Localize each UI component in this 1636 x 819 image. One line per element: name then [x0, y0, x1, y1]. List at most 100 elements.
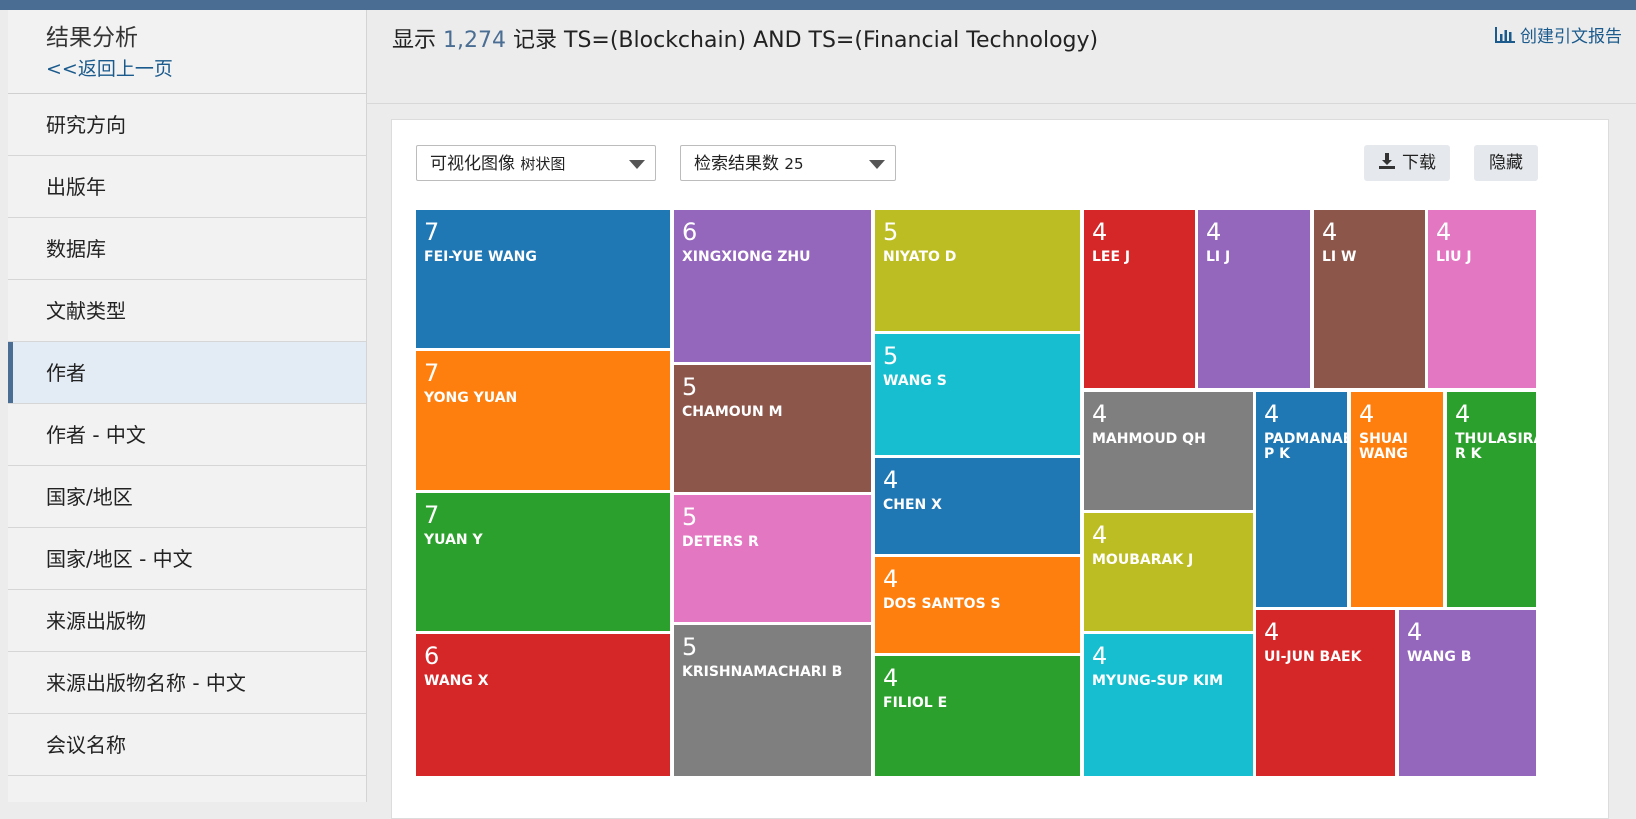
sidebar-item[interactable]: 国家/地区 - 中文	[8, 528, 366, 590]
treemap-cell-name: PADMANABHAN P K	[1264, 431, 1347, 462]
treemap-cell-name: XINGXIONG ZHU	[682, 249, 811, 265]
treemap-cell[interactable]: 6 XINGXIONG ZHU	[674, 210, 871, 362]
result-count-select[interactable]: 检索结果数 25	[680, 145, 896, 181]
treemap-cell[interactable]: 5 WANG S	[875, 334, 1080, 455]
sidebar-item[interactable]: 国家/地区	[8, 466, 366, 528]
treemap-cell[interactable]: 5 KRISHNAMACHARI B	[674, 625, 871, 776]
treemap-cell-name: SHUAI WANG	[1359, 431, 1408, 462]
header-divider	[366, 103, 1636, 104]
sidebar-header: 结果分析 <<返回上一页	[8, 10, 366, 94]
treemap-cell[interactable]: 4 MAHMOUD QH	[1084, 392, 1253, 510]
sidebar-item[interactable]: 来源出版物	[8, 590, 366, 652]
treemap-cell-name: UI-JUN BAEK	[1264, 649, 1362, 665]
treemap-cell-name: WANG S	[883, 373, 947, 389]
sidebar-item[interactable]: 出版年	[8, 156, 366, 218]
treemap-cell-name: CHAMOUN M	[682, 404, 783, 420]
treemap-cell-name: MAHMOUD QH	[1092, 431, 1206, 447]
treemap-cell-name: YUAN Y	[424, 532, 483, 548]
search-query: TS=(Blockchain) AND TS=(Financial Techno…	[564, 28, 1099, 53]
treemap-cell-name: YONG YUAN	[424, 390, 518, 406]
chevron-down-icon	[869, 160, 885, 169]
treemap-cell[interactable]: 4 WANG B	[1399, 610, 1536, 776]
treemap-cell-value: 5	[682, 373, 698, 401]
treemap-cell-value: 6	[424, 642, 440, 670]
treemap-cell[interactable]: 5 NIYATO D	[875, 210, 1080, 331]
treemap-cell-name: THULASIRAMAN R K	[1455, 431, 1536, 462]
results-header: 显示 1,274 记录 TS=(Blockchain) AND TS=(Fina…	[392, 22, 1098, 54]
sidebar-item[interactable]: 数据库	[8, 218, 366, 280]
visualization-select[interactable]: 可视化图像 树状图	[416, 145, 656, 181]
treemap-cell-value: 4	[1264, 400, 1280, 428]
treemap-cell-name: KRISHNAMACHARI B	[682, 664, 843, 680]
treemap-cell-value: 4	[1092, 400, 1108, 428]
treemap-cell[interactable]: 4 MYUNG-SUP KIM	[1084, 634, 1253, 776]
treemap-cell-name: MYUNG-SUP KIM	[1092, 673, 1224, 689]
bar-chart-icon	[1495, 26, 1515, 43]
sidebar-item[interactable]: 来源出版物名称 - 中文	[8, 652, 366, 714]
results-mid: 记录	[513, 28, 558, 53]
treemap-cell[interactable]: 4 PADMANABHAN P K	[1256, 392, 1347, 607]
treemap-cell[interactable]: 4 LI J	[1198, 210, 1310, 388]
treemap-cell-value: 4	[1206, 218, 1222, 246]
treemap-cell-name: DOS SANTOS S	[883, 596, 1001, 612]
treemap-cell-name: MOUBARAK J	[1092, 552, 1194, 568]
treemap-cell[interactable]: 7 FEI-YUE WANG	[416, 210, 670, 348]
treemap-cell-value: 4	[1359, 400, 1375, 428]
treemap-cell-name: FILIOL E	[883, 695, 948, 711]
treemap-cell-name: LEE J	[1092, 249, 1131, 265]
chevron-down-icon	[629, 160, 645, 169]
download-button[interactable]: 下载	[1364, 145, 1450, 181]
treemap-cell[interactable]: 4 FILIOL E	[875, 656, 1080, 776]
treemap-cell-value: 4	[1092, 521, 1108, 549]
treemap-cell[interactable]: 4 DOS SANTOS S	[875, 557, 1080, 653]
treemap-cell-value: 5	[682, 503, 698, 531]
treemap-cell[interactable]: 4 UI-JUN BAEK	[1256, 610, 1395, 776]
treemap-cell[interactable]: 4 CHEN X	[875, 458, 1080, 554]
treemap-cell-value: 6	[682, 218, 698, 246]
treemap-cell-name: WANG X	[424, 673, 489, 689]
hide-label: 隐藏	[1489, 153, 1523, 173]
treemap-cell[interactable]: 4 LEE J	[1084, 210, 1195, 388]
treemap-cell-name: DETERS R	[682, 534, 759, 550]
treemap-cell[interactable]: 6 WANG X	[416, 634, 670, 776]
sidebar-item[interactable]: 作者	[8, 342, 366, 404]
results-prefix: 显示	[392, 28, 437, 53]
treemap-cell-value: 4	[1092, 218, 1108, 246]
sidebar-title: 结果分析	[46, 25, 138, 51]
treemap-cell[interactable]: 4 MOUBARAK J	[1084, 513, 1253, 631]
treemap-cell-value: 7	[424, 359, 440, 387]
sidebar-nav: 研究方向 出版年 数据库 文献类型 作者 作者 - 中文 国家/地区 国家/地区 - 中文 来源…	[8, 94, 366, 776]
sidebar-item[interactable]: 文献类型	[8, 280, 366, 342]
treemap-cell-value: 4	[1407, 618, 1423, 646]
visualization-label: 可视化图像	[430, 154, 515, 174]
treemap-cell-value: 5	[883, 342, 899, 370]
top-bar	[0, 0, 1636, 10]
treemap-cell[interactable]: 7 YUAN Y	[416, 493, 670, 631]
treemap-cell[interactable]: 5 DETERS R	[674, 495, 871, 622]
citation-report-link[interactable]: 创建引文报告	[1494, 22, 1622, 47]
result-count-label: 检索结果数	[694, 154, 779, 174]
treemap-cell-value: 4	[1092, 642, 1108, 670]
treemap-cell-name: LI J	[1206, 249, 1231, 265]
sidebar: 结果分析 <<返回上一页 研究方向 出版年 数据库 文献类型 作者 作者 - 中文 国家/地…	[8, 10, 367, 802]
download-label: 下载	[1402, 153, 1436, 173]
back-link[interactable]: <<返回上一页	[46, 54, 366, 81]
treemap-cell-name: NIYATO D	[883, 249, 957, 265]
hide-button[interactable]: 隐藏	[1474, 145, 1538, 181]
treemap-cell-value: 7	[424, 218, 440, 246]
sidebar-item[interactable]: 研究方向	[8, 94, 366, 156]
treemap-cell[interactable]: 4 THULASIRAMAN R K	[1447, 392, 1536, 607]
treemap-cell[interactable]: 4 LIU J	[1428, 210, 1536, 388]
treemap-cell[interactable]: 4 SHUAI WANG	[1351, 392, 1443, 607]
treemap-cell-value: 4	[1436, 218, 1452, 246]
sidebar-item[interactable]: 作者 - 中文	[8, 404, 366, 466]
citation-report-label: 创建引文报告	[1520, 27, 1622, 47]
treemap-cell-value: 4	[1455, 400, 1471, 428]
treemap-cell[interactable]: 5 CHAMOUN M	[674, 365, 871, 492]
result-count-value: 25	[784, 155, 804, 173]
treemap-cell-value: 4	[1322, 218, 1338, 246]
treemap-cell[interactable]: 4 LI W	[1314, 210, 1425, 388]
treemap-cell[interactable]: 7 YONG YUAN	[416, 351, 670, 490]
results-count: 1,274	[443, 28, 506, 53]
sidebar-item[interactable]: 会议名称	[8, 714, 366, 776]
